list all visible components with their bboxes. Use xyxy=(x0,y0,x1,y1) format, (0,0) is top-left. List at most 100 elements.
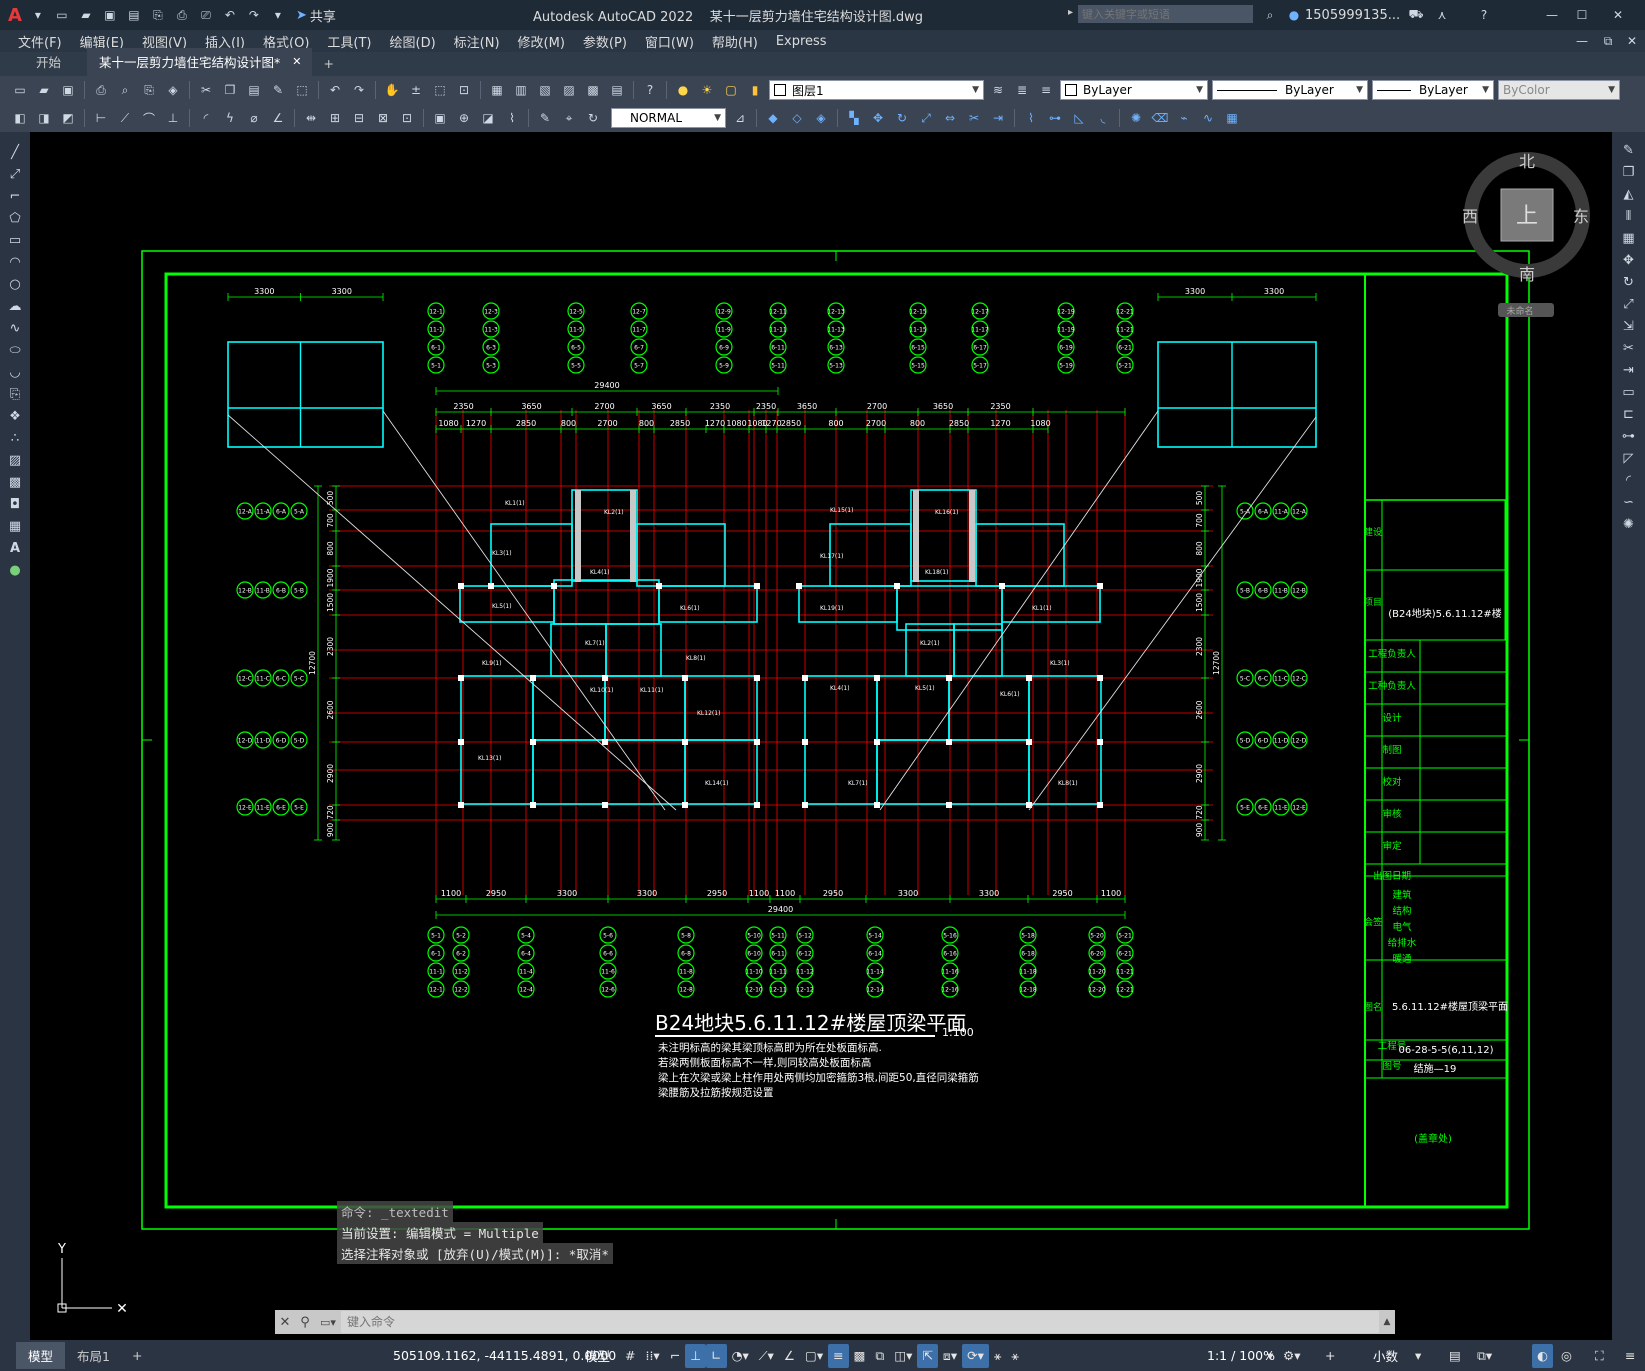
lightbulb-icon[interactable]: ● xyxy=(673,80,693,100)
dim-diameter-icon[interactable]: ⌀ xyxy=(244,108,264,128)
open-file-icon[interactable]: ▰ xyxy=(76,5,96,25)
compass-north[interactable]: 北 xyxy=(1519,152,1535,171)
copy-icon[interactable]: ❐ xyxy=(1619,162,1639,182)
menu-dimension[interactable]: 标注(N) xyxy=(454,32,500,51)
line-icon[interactable]: ╱ xyxy=(5,142,25,162)
drawing-note-3[interactable]: 梁上在次梁或梁上柱作用处两侧均加密箍筋3根,间距50,直径同梁箍筋 xyxy=(658,1071,979,1084)
help-icon[interactable]: ? xyxy=(640,80,660,100)
import-icon[interactable]: ⎘ xyxy=(148,5,168,25)
dim-angular-icon[interactable]: ∠ xyxy=(268,108,288,128)
save-as-icon[interactable]: ▤ xyxy=(124,5,144,25)
cut-icon[interactable]: ✂ xyxy=(196,80,216,100)
autocad-logo[interactable]: A xyxy=(8,5,22,26)
search-icon[interactable]: ⌕ xyxy=(1260,5,1280,25)
units-select[interactable]: 小数 xyxy=(1373,1346,1398,1365)
spline-icon[interactable]: ∿ xyxy=(5,318,25,338)
plot-icon[interactable]: ⎙ xyxy=(91,80,111,100)
join-icon[interactable]: ⊶ xyxy=(1619,426,1639,446)
stretch-icon[interactable]: ⇲ xyxy=(1619,316,1639,336)
sun-icon[interactable]: ☀ xyxy=(697,80,717,100)
workspace-gear-icon[interactable]: ⚙▾ xyxy=(1278,1344,1305,1368)
edit-polyline-icon[interactable]: ⌁ xyxy=(1174,108,1194,128)
calculator-icon[interactable]: ▤ xyxy=(607,80,627,100)
dynamic-input-icon[interactable]: ⊥ xyxy=(685,1343,707,1368)
dim-ordinate-icon[interactable]: ⊥ xyxy=(163,108,183,128)
offset-icon[interactable]: ⫴ xyxy=(1619,206,1639,226)
dim-jogged-icon[interactable]: ϟ xyxy=(220,108,240,128)
layer-properties-icon[interactable]: ≋ xyxy=(988,80,1008,100)
move-icon[interactable]: ✥ xyxy=(1619,250,1639,270)
copy-objects-icon[interactable]: ◆ xyxy=(763,108,783,128)
lock-ui-icon[interactable]: ⧉▾ xyxy=(1472,1344,1497,1368)
compass-west[interactable]: 西 xyxy=(1462,207,1478,226)
quick-properties-icon[interactable]: ▤ xyxy=(1444,1344,1466,1368)
redo-icon[interactable]: ↷ xyxy=(349,80,369,100)
edit-hatch-icon[interactable]: ▦ xyxy=(1222,108,1242,128)
model-space-toggle[interactable]: 模型 xyxy=(585,1346,610,1365)
app-menu-chevron-icon[interactable]: ▾ xyxy=(28,5,48,25)
trim-icon[interactable]: ✂ xyxy=(964,108,984,128)
snap-icon[interactable]: ⁞⁞▾ xyxy=(640,1344,664,1368)
inspect-icon[interactable]: ◪ xyxy=(478,108,498,128)
doc-minimize-icon[interactable]: — xyxy=(1572,31,1592,51)
chamfer-icon[interactable]: ◺ xyxy=(1069,108,1089,128)
infer-icon[interactable]: ⌐ xyxy=(665,1344,685,1368)
explode-icon[interactable]: ✺ xyxy=(1126,108,1146,128)
make-block-icon[interactable]: ❖ xyxy=(5,406,25,426)
tool-palettes-icon[interactable]: ▧ xyxy=(535,80,555,100)
menu-window[interactable]: 窗口(W) xyxy=(645,32,694,51)
quick-dim-icon[interactable]: ⇹ xyxy=(301,108,321,128)
tab-drawing[interactable]: 某十一层剪力墙住宅结构设计图* ✕ xyxy=(87,48,312,76)
layer-states-icon[interactable]: ◨ xyxy=(34,108,54,128)
rectangle-icon[interactable]: ▭ xyxy=(5,230,25,250)
stretch-icon[interactable]: ⇔ xyxy=(940,108,960,128)
array-icon[interactable]: ▚ xyxy=(844,108,864,128)
circle-icon[interactable]: ○ xyxy=(5,274,25,294)
arc-icon[interactable]: ◠ xyxy=(5,252,25,272)
move-icon[interactable]: ✥ xyxy=(868,108,888,128)
blend-icon[interactable]: ∽ xyxy=(1619,492,1639,512)
join-icon[interactable]: ⊶ xyxy=(1045,108,1065,128)
new-file-icon[interactable]: ▭ xyxy=(52,5,72,25)
region-icon[interactable]: ◘ xyxy=(5,494,25,514)
polyline-icon[interactable]: ⌐ xyxy=(5,186,25,206)
3d-print-icon[interactable]: ◈ xyxy=(163,80,183,100)
redo-icon[interactable]: ↷ xyxy=(244,5,264,25)
polygon-icon[interactable]: ⬠ xyxy=(5,208,25,228)
doc-close-icon[interactable]: ✕ xyxy=(1622,31,1642,51)
ellipse-icon[interactable]: ⬭ xyxy=(5,340,25,360)
selection-filter-icon[interactable]: ⧈▾ xyxy=(938,1344,962,1368)
mirror-icon[interactable]: ◭ xyxy=(1619,184,1639,204)
coordinates-readout[interactable]: 505109.1162, -44115.4891, 0.0000 xyxy=(393,1348,616,1363)
properties-icon[interactable]: ▦ xyxy=(487,80,507,100)
mirror-icon[interactable]: ◇ xyxy=(787,108,807,128)
menu-express[interactable]: Express xyxy=(776,34,827,49)
command-scroll-icon[interactable]: ▲ xyxy=(1379,1317,1395,1327)
scale-chevron-icon[interactable]: ▾ xyxy=(1262,1344,1278,1368)
erase-icon[interactable]: ⌫ xyxy=(1150,108,1170,128)
preview-icon[interactable]: ⌕ xyxy=(115,80,135,100)
units-chevron-icon[interactable]: ▾ xyxy=(1410,1344,1426,1368)
drawing-note-4[interactable]: 梁腰筋及拉筋按规范设置 xyxy=(658,1086,774,1099)
fillet-icon[interactable]: ◜ xyxy=(1619,470,1639,490)
isolate-objects-icon[interactable]: ◐ xyxy=(1532,1343,1553,1368)
pan-icon[interactable]: ✋ xyxy=(382,80,402,100)
color-select[interactable]: ByLayer ▼ xyxy=(1060,80,1208,100)
break-icon[interactable]: ⌇ xyxy=(1021,108,1041,128)
revision-cloud-icon[interactable]: ☁ xyxy=(5,296,25,316)
viewcube[interactable]: 上 北 南 东 西 未命名 xyxy=(1462,152,1590,317)
menu-modify[interactable]: 修改(M) xyxy=(518,32,565,51)
fillet-icon[interactable]: ◟ xyxy=(1093,108,1113,128)
lock-icon[interactable]: ▮ xyxy=(745,80,765,100)
command-close-icon[interactable]: ✕ xyxy=(275,1315,295,1330)
zoom-realtime-icon[interactable]: ± xyxy=(406,80,426,100)
ellipse-arc-icon[interactable]: ◡ xyxy=(5,362,25,382)
3d-osnap-icon[interactable]: ◫▾ xyxy=(889,1344,917,1368)
publish-icon[interactable]: ⎘ xyxy=(139,80,159,100)
dimstyle-select[interactable]: NORMAL ▼ xyxy=(611,108,726,128)
linetype-select[interactable]: ByLayer ▼ xyxy=(1212,80,1368,100)
center-mark-icon[interactable]: ⊕ xyxy=(454,108,474,128)
offset-icon[interactable]: ◈ xyxy=(811,108,831,128)
ortho-icon[interactable]: ∟ xyxy=(706,1343,727,1368)
layer-icon[interactable]: ◧ xyxy=(10,108,30,128)
